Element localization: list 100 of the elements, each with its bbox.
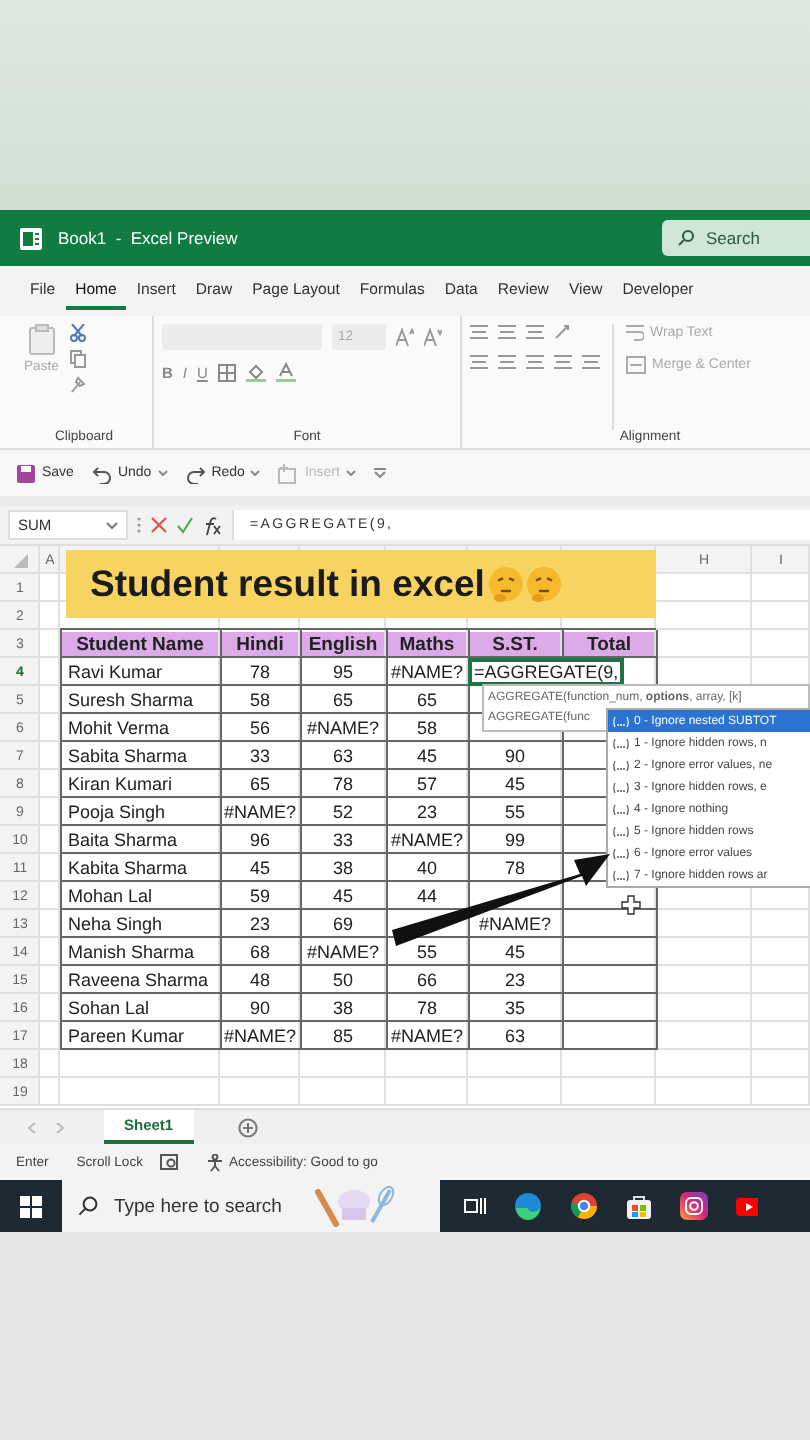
cell-input[interactable]: =AGGREGATE(9, (468, 658, 625, 686)
table-cell-text: #NAME? (476, 912, 553, 936)
insert-function-icon[interactable] (202, 515, 224, 535)
table-cell-text: 59 (247, 884, 272, 908)
scissors-icon (70, 324, 87, 342)
table-cell-text: 68 (247, 940, 272, 964)
table-cell-text: #NAME? (388, 660, 465, 684)
option-value-icon (612, 759, 630, 771)
thinking-emoji-icon (526, 566, 563, 602)
option-value-icon (612, 869, 630, 881)
copy-icon (70, 350, 87, 368)
table-cell-text: 45 (502, 940, 527, 964)
table-cell-text: 78 (330, 772, 355, 796)
table-cell-text: 90 (247, 996, 272, 1020)
table-cell-text: 33 (247, 744, 272, 768)
align-bottom-icon (526, 324, 544, 340)
table-cell-text: 38 (330, 856, 355, 880)
table-cell-text: Kabita Sharma (66, 856, 190, 880)
chrome-browser-icon[interactable] (570, 1192, 598, 1220)
merge-cells-icon (626, 356, 646, 374)
banner-title: Student result in excel (90, 562, 485, 606)
table-cell-text: Neha Singh (66, 912, 165, 936)
table-cell-text: Baita Sharma (66, 828, 180, 852)
table-cell-text: 85 (330, 1024, 355, 1048)
table-cell-text: 69 (330, 912, 355, 936)
store-bag-icon[interactable] (626, 1193, 652, 1219)
table-cell-text: Mohan Lal (66, 884, 155, 908)
decrease-font-icon (424, 328, 442, 346)
table-cell-text: 23 (414, 800, 439, 824)
table-cell-text: 45 (502, 772, 527, 796)
table-cell-text: #NAME? (304, 716, 381, 740)
column-heading: Student Name (62, 632, 218, 656)
table-cell-text: 58 (414, 716, 439, 740)
instagram-icon[interactable] (680, 1192, 708, 1220)
table-cell-text: Sabita Sharma (66, 744, 190, 768)
table-cell-text: 56 (247, 716, 272, 740)
table-cell-text: 63 (330, 744, 355, 768)
align-right-icon (526, 354, 544, 370)
youtube-icon[interactable] (736, 1195, 758, 1217)
dropdown-caret-icon (345, 470, 356, 476)
search-icon (78, 1196, 98, 1216)
table-cell-text: 45 (330, 884, 355, 908)
table-cell-text: #NAME? (388, 1024, 465, 1048)
table-cell-text: 99 (502, 828, 527, 852)
table-cell-text: 23 (502, 968, 527, 992)
font-color-icon (275, 362, 296, 382)
excel-logo-icon (20, 227, 42, 249)
table-cell-text: Ravi Kumar (66, 660, 165, 684)
column-heading: Total (564, 632, 654, 656)
table-cell-text: Suresh Sharma (66, 688, 196, 712)
dropdown-caret-icon (157, 470, 168, 476)
save-icon (16, 463, 36, 483)
search-icon (678, 230, 694, 246)
redo-icon (185, 463, 206, 483)
table-cell-text: 63 (502, 1024, 527, 1048)
column-heading: Maths (388, 632, 466, 656)
increase-indent-icon (582, 354, 600, 370)
table-cell: #NAME? (222, 1024, 298, 1048)
table-cell-text: 78 (414, 996, 439, 1020)
align-left-icon (470, 354, 488, 370)
align-top-icon (470, 324, 488, 340)
table-cell-text: #NAME? (304, 940, 381, 964)
taskbar-search-field[interactable]: Type here to search (62, 1180, 440, 1232)
table-cell-text: 33 (330, 828, 355, 852)
table-cell-text: 95 (330, 660, 355, 684)
table-cell-text: 23 (247, 912, 272, 936)
table-cell-text: Pareen Kumar (66, 1024, 187, 1048)
table-cell-text: 52 (330, 800, 355, 824)
cancel-icon[interactable] (150, 516, 168, 534)
search-field[interactable]: Search (662, 220, 810, 256)
align-center-icon (498, 354, 516, 370)
table-cell-text: 45 (414, 744, 439, 768)
task-view-icon[interactable] (464, 1196, 486, 1216)
cell-cursor-icon (621, 895, 641, 915)
windows-start-icon[interactable] (20, 1195, 42, 1217)
macro-recording-icon[interactable] (159, 1154, 177, 1170)
table-cell-text: 35 (502, 996, 527, 1020)
more-options-icon (136, 516, 142, 534)
table-cell-text: 50 (330, 968, 355, 992)
table-cell-text: 48 (247, 968, 272, 992)
table-cell-text: 40 (414, 856, 439, 880)
option-value-icon (612, 803, 630, 815)
insert-cells-icon (278, 463, 299, 483)
add-sheet-icon[interactable] (237, 1117, 258, 1137)
option-value-icon (612, 825, 630, 837)
edge-browser-icon[interactable] (514, 1192, 542, 1220)
table-cell-text: Raveena Sharma (66, 968, 211, 992)
table-cell-text: 57 (414, 772, 439, 796)
dropdown-caret-icon (106, 521, 118, 529)
table-cell-text: Mohit Verma (66, 716, 172, 740)
table-cell-text: #NAME? (388, 828, 465, 852)
table-cell: #NAME? (222, 800, 298, 824)
accessibility-icon (205, 1153, 223, 1171)
column-heading: S.ST. (470, 632, 560, 656)
undo-icon (91, 463, 112, 483)
decrease-indent-icon (554, 354, 572, 370)
increase-font-icon (396, 328, 414, 346)
table-cell-text: 55 (414, 940, 439, 964)
table-cell-text: 90 (502, 744, 527, 768)
table-cell-text: Sohan Lal (66, 996, 152, 1020)
